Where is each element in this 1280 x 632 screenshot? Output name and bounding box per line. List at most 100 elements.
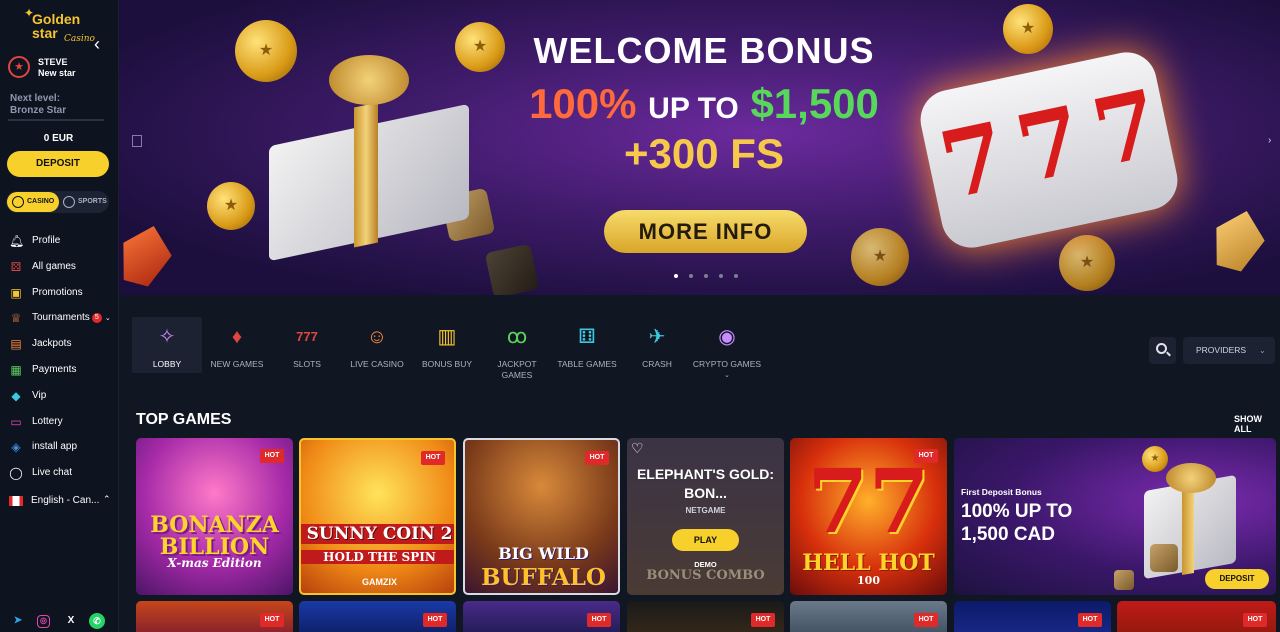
play-button[interactable]: PLAY: [672, 529, 739, 551]
tab-label: CRYPTO GAMES: [692, 359, 762, 369]
promo-subtitle: First Deposit Bonus: [961, 487, 1042, 497]
tab-label: CRASH: [642, 359, 672, 369]
game-tile[interactable]: HOT: [627, 601, 784, 632]
game-tile-big-wild-buffalo[interactable]: BIG WILD BUFFALO HOT: [463, 438, 620, 595]
hot-badge: HOT: [423, 613, 447, 627]
dice-icon: [484, 243, 540, 295]
show-all-link[interactable]: SHOW ALL: [1234, 414, 1280, 434]
next-level: Next level: Bronze Star: [10, 93, 66, 117]
sidebar-item-install-app[interactable]: ◈ install app: [0, 435, 117, 461]
game-tile-elephants-gold[interactable]: ♡ ELEPHANT'S GOLD: BON... NETGAME PLAY D…: [627, 438, 784, 595]
casino-app: ✦ Golden star Casino ‹ ★ STEVE New star …: [0, 0, 1280, 632]
banner-next-button[interactable]: ›: [1268, 135, 1271, 146]
sidebar-item-label: Vip: [32, 389, 47, 401]
logo[interactable]: ✦ Golden star Casino: [24, 6, 95, 44]
seven-symbol: 7: [1083, 68, 1169, 188]
sidebar-item-live-chat[interactable]: ◯ Live chat: [0, 461, 117, 487]
tab-jackpot-games[interactable]: ꝏ JACKPOT GAMES: [482, 317, 552, 380]
more-info-button[interactable]: MORE INFO: [604, 210, 807, 253]
providers-label: PROVIDERS: [1196, 345, 1247, 355]
tab-label: JACKPOT GAMES: [497, 359, 537, 380]
seven-symbol: 7: [1007, 85, 1093, 205]
banner-percent: 100%: [529, 80, 637, 127]
banner-amount: $1,500: [750, 80, 879, 127]
chevron-down-icon: ⌄: [104, 315, 111, 323]
game-tile-bonanza-billion[interactable]: BONANZA BILLION X-mas Edition HOT: [136, 438, 293, 595]
game-subtitle: BUFFALO: [481, 564, 606, 591]
treasure-icon: ▤: [10, 337, 22, 352]
balance: 0 EUR: [43, 133, 74, 144]
next-level-value: Bronze Star: [10, 105, 67, 116]
search-button[interactable]: [1149, 337, 1176, 364]
tournaments-count-badge: 5: [91, 313, 102, 324]
banner-prev-button[interactable]: [132, 135, 142, 147]
hot-badge: HOT: [751, 613, 775, 627]
tab-lobby[interactable]: ✧ LOBBY: [132, 317, 202, 373]
game-provider: GAMZIX: [362, 577, 397, 587]
chevron-up-icon: ⌃: [103, 494, 111, 504]
banner-up-to: UP TO: [648, 92, 739, 125]
sidebar-item-payments[interactable]: ▦ Payments: [0, 358, 117, 384]
promo-deposit-button[interactable]: DEPOSIT: [1205, 569, 1269, 589]
tab-crypto-games[interactable]: ◉ CRYPTO GAMES ⌄: [692, 317, 762, 379]
money-icon: ▦: [10, 362, 22, 377]
tab-crash[interactable]: ✈ CRASH: [622, 317, 692, 379]
user-level: New star: [38, 68, 76, 78]
sidebar-item-label: Tournaments: [32, 312, 90, 324]
game-tile-sunny-coin-2[interactable]: SUNNY COIN 2 HOLD THE SPIN GAMZIX HOT: [299, 438, 456, 595]
favorite-heart-icon[interactable]: ♡: [631, 440, 644, 457]
banner-dot[interactable]: [689, 274, 693, 278]
first-deposit-promo-card[interactable]: ★ First Deposit Bonus 100% UP TO 1,500 C…: [954, 438, 1276, 595]
game-subtitle: X-mas Edition: [167, 556, 262, 570]
sports-tab[interactable]: SPORTS: [60, 192, 108, 212]
sparkle-icon: ✧: [158, 326, 176, 348]
tab-table-games[interactable]: ⚅ TABLE GAMES: [552, 317, 622, 379]
hot-badge: HOT: [587, 613, 611, 627]
tab-live-casino[interactable]: ☺ LIVE CASINO: [342, 317, 412, 379]
collapse-sidebar-button[interactable]: ‹: [94, 34, 108, 54]
coin-icon: ★: [235, 20, 297, 82]
sidebar-item-all-games[interactable]: ⚄ All games: [0, 255, 117, 281]
tab-slots[interactable]: 777 SLOTS: [272, 317, 342, 379]
tab-label: BONUS BUY: [421, 359, 473, 369]
game-tile[interactable]: HOT: [136, 601, 293, 632]
tab-new-games[interactable]: ♦ NEW GAMES: [202, 317, 272, 379]
sidebar-item-vip[interactable]: ◆ Vip: [0, 384, 117, 410]
promo-banner[interactable]: › ★ ★ ★ ★ ★ ★ 7 7 7 WELCOME BONUS 100% U…: [119, 0, 1280, 295]
sidebar-item-profile[interactable]: 🔔︎ Profile: [0, 229, 117, 255]
game-tile[interactable]: HOT: [954, 601, 1111, 632]
banner-dot[interactable]: [704, 274, 708, 278]
sidebar: ✦ Golden star Casino ‹ ★ STEVE New star …: [0, 0, 119, 632]
game-subtitle: 100: [857, 574, 880, 587]
game-tile-hell-hot-100[interactable]: 77 HELL HOT 100 HOT: [790, 438, 947, 595]
bonus-box-icon: ▥: [437, 326, 457, 348]
banner-dot[interactable]: [719, 274, 723, 278]
game-tile[interactable]: HOT: [790, 601, 947, 632]
sidebar-item-lottery[interactable]: ▭ Lottery: [0, 410, 117, 436]
user-profile[interactable]: ★ STEVE New star: [8, 56, 113, 80]
chip-icon: [12, 196, 24, 208]
sidebar-item-promotions[interactable]: ▣ Promotions: [0, 281, 117, 307]
sidebar-item-tournaments[interactable]: ♕ Tournaments 5 ⌄: [0, 306, 117, 332]
tab-bonus-buy[interactable]: ▥ BONUS BUY: [412, 317, 482, 379]
telegram-icon[interactable]: ➤: [10, 613, 26, 629]
sidebar-item-jackpots[interactable]: ▤ Jackpots: [0, 332, 117, 358]
hot-badge: HOT: [1243, 613, 1267, 627]
game-tile[interactable]: HOT: [463, 601, 620, 632]
language-selector[interactable]: English - Can... ⌃: [9, 494, 114, 510]
deposit-button[interactable]: DEPOSIT: [7, 151, 109, 177]
instagram-icon[interactable]: ◎: [37, 615, 50, 628]
banner-dot[interactable]: [674, 274, 678, 278]
ball-icon: [63, 196, 75, 208]
game-tile[interactable]: HOT: [299, 601, 456, 632]
casino-tab[interactable]: CASINO: [7, 192, 59, 212]
seven-symbol: 77: [807, 449, 930, 553]
x-icon[interactable]: X: [63, 613, 79, 629]
sidebar-item-label: Live chat: [32, 467, 73, 479]
game-tile[interactable]: HOT: [1117, 601, 1276, 632]
providers-dropdown[interactable]: PROVIDERS ⌄: [1183, 337, 1275, 364]
whatsapp-icon[interactable]: ✆: [89, 613, 105, 629]
hot-badge: HOT: [585, 451, 609, 465]
chevron-down-icon: ⌄: [724, 372, 730, 379]
banner-dot[interactable]: [734, 274, 738, 278]
